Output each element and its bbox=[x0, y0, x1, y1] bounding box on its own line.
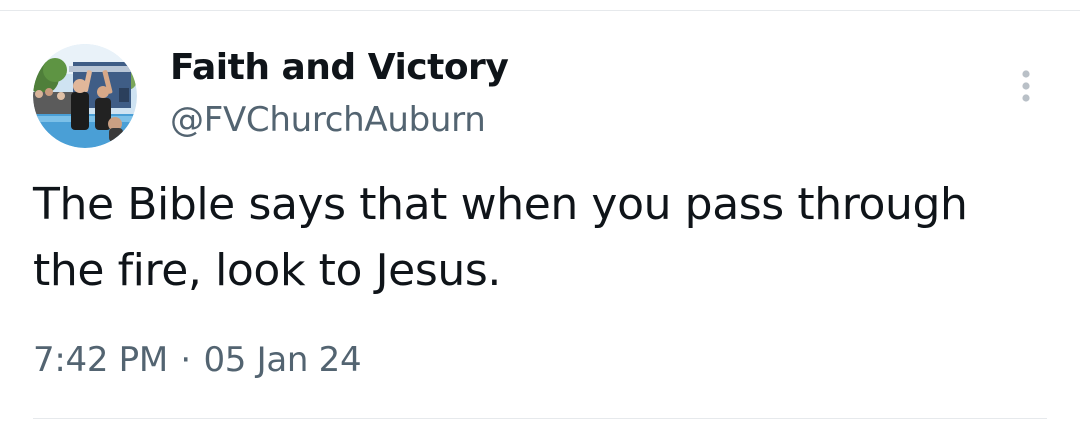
author-handle[interactable]: @FVChurchAuburn bbox=[170, 96, 508, 144]
tweet-meta: 7:42 PM · 05 Jan 24 bbox=[33, 336, 362, 384]
bottom-divider bbox=[33, 418, 1047, 419]
tweet-date[interactable]: 05 Jan 24 bbox=[203, 340, 361, 380]
tweet-time[interactable]: 7:42 PM bbox=[33, 340, 168, 380]
tweet-card: Faith and Victory @FVChurchAuburn The Bi… bbox=[0, 0, 1080, 423]
profile-photo-icon bbox=[33, 44, 137, 148]
author-block: Faith and Victory @FVChurchAuburn bbox=[170, 44, 509, 144]
more-vertical-icon bbox=[1022, 70, 1030, 102]
author-display-name[interactable]: Faith and Victory bbox=[170, 44, 509, 92]
meta-separator: · bbox=[180, 340, 191, 380]
more-options-button[interactable] bbox=[1008, 66, 1044, 106]
author-avatar[interactable] bbox=[33, 44, 137, 148]
tweet-text: The Bible says that when you pass throug… bbox=[33, 179, 968, 296]
